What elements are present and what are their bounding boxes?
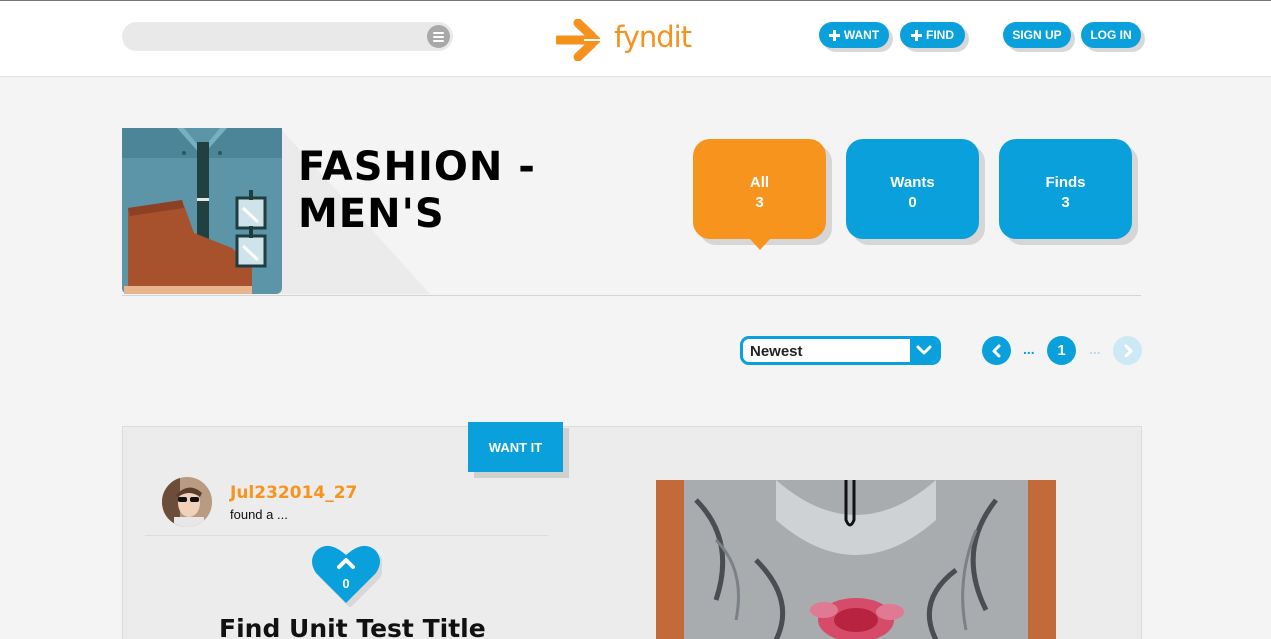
sort-select[interactable]: Newest: [740, 336, 941, 365]
want-button-label: WANT: [843, 28, 880, 42]
active-filter-pointer: [750, 239, 770, 250]
next-page-button[interactable]: [1113, 336, 1142, 365]
prev-page-button[interactable]: [982, 336, 1011, 365]
login-button-label: LOG IN: [1090, 28, 1132, 42]
menu-icon: [433, 32, 444, 34]
brand-name: fyndit: [614, 20, 692, 54]
plus-icon: [911, 29, 922, 41]
category-title-line1: FASHION -: [298, 144, 536, 190]
page-1-button[interactable]: 1: [1047, 336, 1076, 365]
signup-button[interactable]: SIGN UP: [1003, 22, 1071, 48]
find-button-label: FIND: [926, 28, 954, 42]
pagination-ellipsis-right: ...: [1089, 341, 1101, 357]
category-title-line2: MEN'S: [298, 191, 445, 237]
want-button[interactable]: WANT: [819, 22, 889, 48]
card-divider: [145, 535, 548, 536]
top-header: fyndit WANT FIND SIGN UP LOG IN: [0, 0, 1271, 77]
page-1-label: 1: [1057, 342, 1066, 359]
chevron-right-icon: [1124, 344, 1132, 357]
section-divider: [122, 295, 1141, 296]
chevron-down-icon: [910, 339, 938, 362]
filter-all-label: All: [749, 174, 770, 191]
filter-all-count: 3: [755, 194, 764, 211]
filter-wants-count: 0: [908, 194, 917, 211]
filter-all[interactable]: All 3: [693, 139, 826, 250]
like-count: 0: [342, 576, 350, 591]
chevron-left-icon: [992, 344, 1000, 357]
search-input[interactable]: [134, 27, 414, 46]
listing-photo[interactable]: [656, 480, 1056, 639]
action-text: found a ...: [230, 507, 288, 522]
filter-wants[interactable]: Wants 0: [846, 139, 979, 239]
filter-finds[interactable]: Finds 3: [999, 139, 1132, 239]
filter-wants-label: Wants: [890, 174, 935, 191]
search-menu-button[interactable]: [427, 25, 450, 48]
like-button[interactable]: 0: [310, 545, 382, 607]
want-it-button[interactable]: WANT IT: [468, 422, 563, 472]
mens-fashion-category-image: [122, 128, 282, 294]
login-button[interactable]: LOG IN: [1081, 22, 1141, 48]
plus-icon: [828, 29, 840, 41]
sort-selected-value: Newest: [750, 343, 803, 360]
filter-finds-count: 3: [1061, 194, 1070, 211]
pagination-ellipsis-left: ...: [1023, 341, 1035, 357]
signup-button-label: SIGN UP: [1012, 28, 1062, 42]
category-title: FASHION - MEN'S: [298, 144, 536, 238]
listing-title[interactable]: Find Unit Test Title: [219, 614, 486, 639]
avatar[interactable]: [162, 477, 212, 527]
find-button[interactable]: FIND: [900, 22, 965, 48]
search-bar: [122, 22, 453, 51]
username-link[interactable]: Jul232014_27: [230, 483, 357, 503]
fyndit-logo-arrow-icon: [556, 19, 606, 61]
filter-finds-label: Finds: [1045, 174, 1086, 191]
